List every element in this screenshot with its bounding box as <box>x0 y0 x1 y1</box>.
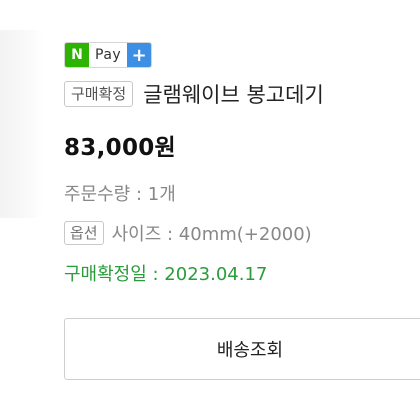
purchase-confirmed-date: 구매확정일 : 2023.04.17 <box>64 264 268 285</box>
product-title[interactable]: 글램웨이브 봉고데기 <box>143 79 324 109</box>
product-title-row: 구매확정 글램웨이브 봉고데기 <box>64 78 324 110</box>
product-thumbnail[interactable] <box>0 30 44 218</box>
plus-icon: + <box>127 43 152 67</box>
naver-pay-badge: N Pay + <box>64 42 153 68</box>
option-text: 사이즈 : 40mm(+2000) <box>111 224 312 245</box>
naver-n-icon: N <box>65 43 89 67</box>
purchase-confirmed-tag: 구매확정 <box>64 81 134 107</box>
order-quantity: 주문수량 : 1개 <box>64 184 176 205</box>
pay-label: Pay <box>95 47 122 63</box>
option-tag: 옵션 <box>64 221 104 245</box>
track-shipping-button[interactable]: 배송조회 <box>64 318 420 380</box>
option-row: 옵션 사이즈 : 40mm(+2000) <box>64 218 312 248</box>
product-price: 83,000원 <box>64 135 177 161</box>
order-item-card: N Pay + 구매확정 글램웨이브 봉고데기 83,000원 주문수량 : 1… <box>0 0 420 420</box>
